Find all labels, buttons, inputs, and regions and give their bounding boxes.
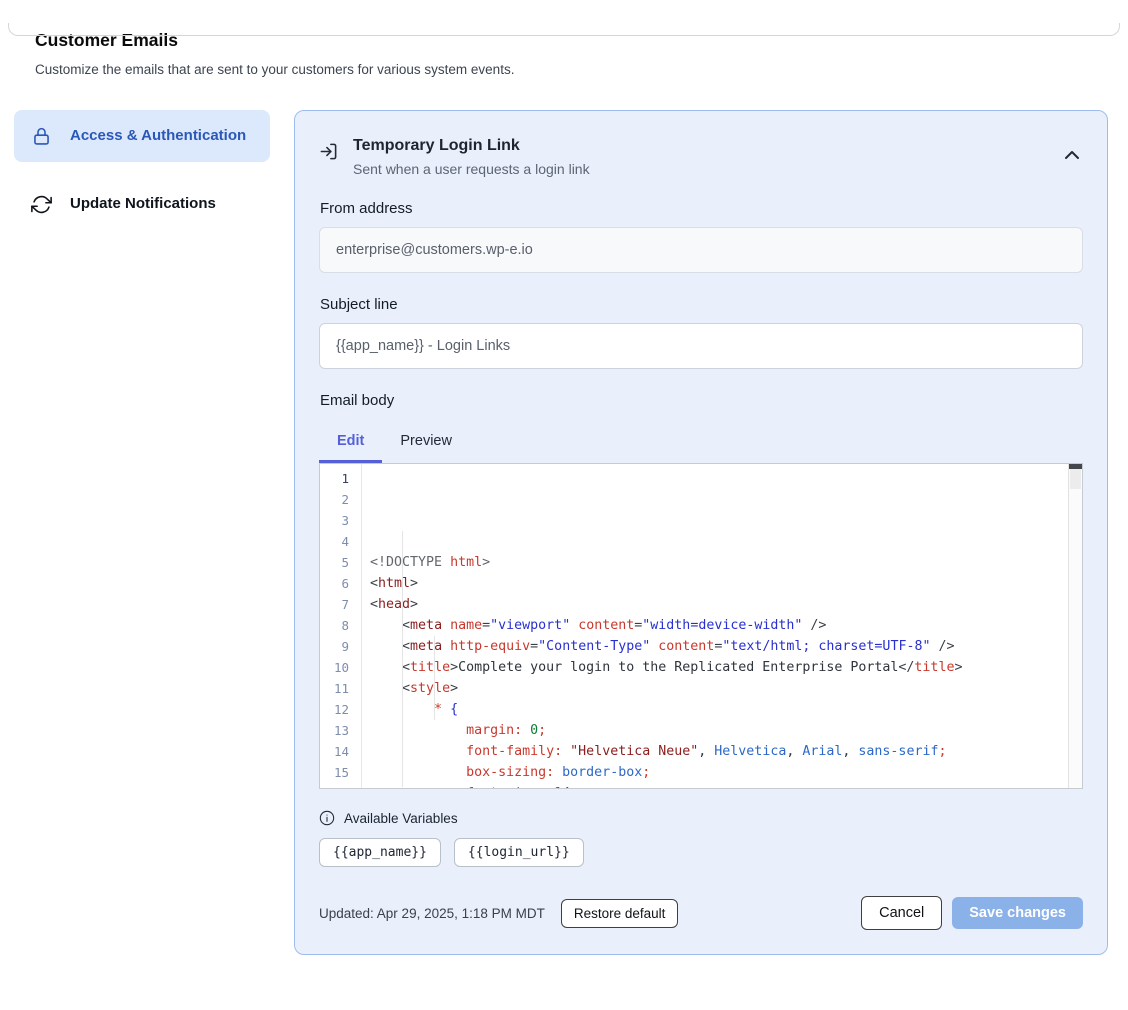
line-number-gutter: 12345678910111213141516 — [320, 464, 362, 788]
collapse-panel-button[interactable] — [1061, 143, 1083, 166]
line-number: 2 — [320, 489, 361, 510]
refresh-icon — [30, 193, 52, 215]
from-address-input[interactable] — [319, 227, 1083, 273]
code-area[interactable]: <!DOCTYPE html><html><head> <meta name="… — [362, 464, 1068, 788]
line-number: 11 — [320, 678, 361, 699]
available-variables-label: Available Variables — [344, 811, 458, 826]
email-body-label: Email body — [320, 392, 1083, 409]
line-number: 6 — [320, 573, 361, 594]
email-body-tabs: EditPreview — [319, 424, 1083, 463]
sidebar-item-access-authentication[interactable]: Access & Authentication — [14, 110, 270, 162]
line-number: 5 — [320, 552, 361, 573]
from-address-label: From address — [320, 200, 1083, 217]
code-line: <style> — [370, 678, 1068, 699]
line-number: 4 — [320, 531, 361, 552]
sidebar: Access & Authentication Update Notificati… — [14, 110, 270, 230]
code-line: font-family: "Helvetica Neue", Helvetica… — [370, 741, 1068, 762]
panel-subtitle: Sent when a user requests a login link — [353, 161, 590, 177]
code-line: box-sizing: border-box; — [370, 762, 1068, 783]
chevron-up-icon — [1065, 147, 1079, 162]
indent-guide — [402, 531, 403, 787]
code-line: * { — [370, 699, 1068, 720]
scrollbar-track-segment — [1070, 469, 1081, 489]
line-number: 13 — [320, 720, 361, 741]
variable-chip-app-name[interactable]: {{app_name}} — [319, 838, 441, 867]
subject-line-input[interactable] — [319, 323, 1083, 369]
line-number: 8 — [320, 615, 361, 636]
sidebar-item-update-notifications[interactable]: Update Notifications — [14, 178, 270, 230]
line-number: 3 — [320, 510, 361, 531]
indent-guide — [434, 636, 435, 720]
code-line: <head> — [370, 594, 1068, 615]
previous-card-bottom-edge — [8, 23, 1120, 36]
panel-header-text: Temporary Login Link Sent when a user re… — [353, 135, 590, 177]
code-line: <meta http-equiv="Content-Type" content=… — [370, 636, 1068, 657]
code-line: <html> — [370, 573, 1068, 594]
code-line: <!DOCTYPE html> — [370, 552, 1068, 573]
editor-scrollbar[interactable] — [1068, 464, 1082, 788]
info-icon — [319, 810, 335, 826]
page-subtitle: Customize the emails that are sent to yo… — [35, 62, 1128, 77]
code-line: <title>Complete your login to the Replic… — [370, 657, 1068, 678]
line-number: 16 — [320, 783, 361, 789]
updated-timestamp: Updated: Apr 29, 2025, 1:18 PM MDT — [319, 906, 545, 921]
code-line: margin: 0; — [370, 720, 1068, 741]
tab-edit[interactable]: Edit — [319, 424, 382, 463]
panel-header: Temporary Login Link Sent when a user re… — [319, 135, 1083, 177]
page-header: Customer Emails Customize the emails tha… — [35, 30, 1128, 77]
line-number: 7 — [320, 594, 361, 615]
line-number: 9 — [320, 636, 361, 657]
lock-icon — [30, 125, 52, 147]
line-number: 12 — [320, 699, 361, 720]
tab-preview[interactable]: Preview — [382, 424, 470, 463]
panel-title: Temporary Login Link — [353, 135, 590, 157]
save-changes-button[interactable]: Save changes — [952, 897, 1083, 929]
subject-line-label: Subject line — [320, 296, 1083, 313]
line-number: 1 — [320, 468, 361, 489]
email-settings-panel: Temporary Login Link Sent when a user re… — [294, 110, 1108, 955]
code-line: font-size: 14px; — [370, 783, 1068, 788]
line-number: 10 — [320, 657, 361, 678]
line-number: 15 — [320, 762, 361, 783]
cancel-button[interactable]: Cancel — [861, 896, 942, 930]
variable-chip-login-url[interactable]: {{login_url}} — [454, 838, 584, 867]
available-variables-section: Available Variables {{app_name}} {{login_… — [319, 810, 1083, 867]
login-icon — [319, 142, 338, 161]
variable-chips: {{app_name}} {{login_url}} — [319, 838, 1083, 867]
sidebar-item-label: Update Notifications — [70, 192, 216, 216]
sidebar-item-label: Access & Authentication — [70, 124, 246, 148]
panel-footer: Updated: Apr 29, 2025, 1:18 PM MDT Resto… — [319, 896, 1083, 930]
code-line: <meta name="viewport" content="width=dev… — [370, 615, 1068, 636]
restore-default-button[interactable]: Restore default — [561, 899, 679, 928]
line-number: 14 — [320, 741, 361, 762]
code-editor[interactable]: 12345678910111213141516 <!DOCTYPE html><… — [319, 463, 1083, 789]
